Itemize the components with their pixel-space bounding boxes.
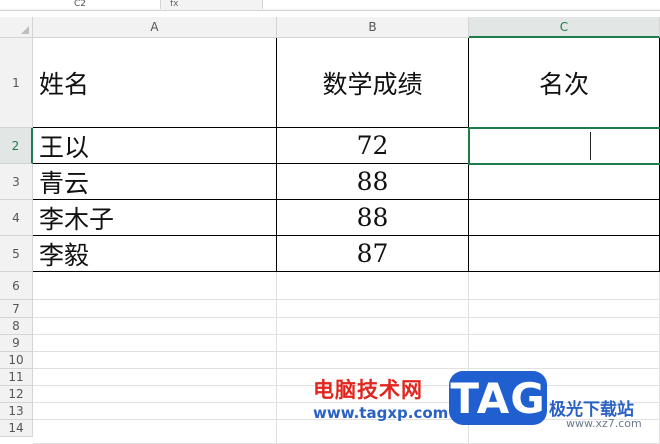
cell-b5[interactable]: 87: [277, 236, 469, 272]
formula-bar: C2 fx: [0, 0, 660, 11]
name-box[interactable]: C2: [0, 0, 161, 9]
student-score: 88: [356, 203, 389, 232]
cell-b4[interactable]: 88: [277, 200, 469, 236]
empty-cell[interactable]: [469, 318, 660, 335]
student-rank: [469, 200, 659, 235]
watermark-url: www.tagxp.com: [313, 404, 449, 422]
cell-c4[interactable]: [469, 200, 660, 236]
student-rank: [469, 164, 659, 199]
row-header-3[interactable]: 3: [0, 164, 33, 200]
row-header-2[interactable]: 2: [0, 128, 33, 164]
student-score: 87: [356, 239, 389, 268]
cell-b3[interactable]: 88: [277, 164, 469, 200]
empty-cell[interactable]: [277, 300, 469, 318]
watermark-cn-title: 电脑技术网: [313, 378, 423, 402]
empty-cell[interactable]: [277, 335, 469, 352]
empty-cell[interactable]: [33, 300, 277, 318]
student-name: 青云: [39, 168, 90, 198]
row-header-1[interactable]: 1: [0, 38, 33, 128]
empty-cell[interactable]: [33, 352, 277, 369]
empty-cell[interactable]: [277, 272, 469, 300]
cell-b1[interactable]: 数学成绩: [277, 38, 469, 128]
cell-c5[interactable]: [469, 236, 660, 272]
cell-a4[interactable]: 李木子: [33, 200, 277, 236]
column-header-b[interactable]: B: [277, 17, 469, 38]
row-header-10[interactable]: 10: [0, 352, 33, 369]
formula-input[interactable]: [262, 0, 660, 9]
empty-cell[interactable]: [33, 403, 277, 420]
cell-a3[interactable]: 青云: [33, 164, 277, 200]
fx-label: fx: [170, 0, 179, 9]
empty-cell[interactable]: [33, 335, 277, 352]
student-score: 72: [356, 131, 389, 160]
active-cell-selection: [468, 127, 660, 165]
empty-cell[interactable]: [33, 318, 277, 335]
row-header-6[interactable]: 6: [0, 272, 33, 300]
header-name: 姓名: [39, 69, 90, 99]
row-header-7[interactable]: 7: [0, 300, 33, 318]
cell-a2[interactable]: 王以: [33, 128, 277, 164]
row-header-12[interactable]: 12: [0, 386, 33, 403]
row-header-9[interactable]: 9: [0, 335, 33, 352]
empty-cell[interactable]: [277, 420, 469, 444]
text-cursor: [590, 132, 591, 160]
empty-cell[interactable]: [33, 420, 277, 444]
empty-cell[interactable]: [469, 335, 660, 352]
select-all-corner[interactable]: [0, 17, 33, 38]
row-header-4[interactable]: 4: [0, 200, 33, 236]
row-header-8[interactable]: 8: [0, 318, 33, 335]
student-name: 李毅: [39, 240, 90, 270]
cell-c3[interactable]: [469, 164, 660, 200]
column-header-a[interactable]: A: [33, 17, 277, 38]
student-name: 李木子: [39, 204, 115, 234]
cell-c1[interactable]: 名次: [469, 38, 660, 128]
header-score: 数学成绩: [322, 69, 423, 99]
watermark-url2: www.xz7.com: [566, 417, 642, 430]
column-header-c[interactable]: C: [469, 17, 660, 38]
cell-b2[interactable]: 72: [277, 128, 469, 164]
student-name: 王以: [39, 132, 90, 162]
empty-cell[interactable]: [277, 352, 469, 369]
row-header-14[interactable]: 14: [0, 420, 33, 437]
student-rank: [469, 236, 659, 271]
empty-cell[interactable]: [469, 300, 660, 318]
cell-a1[interactable]: 姓名: [33, 38, 277, 128]
watermark-tag-logo: TAG: [449, 371, 547, 425]
empty-cell[interactable]: [33, 272, 277, 300]
empty-cell[interactable]: [277, 318, 469, 335]
empty-cell[interactable]: [33, 369, 277, 386]
row-header-11[interactable]: 11: [0, 369, 33, 386]
row-header-13[interactable]: 13: [0, 403, 33, 420]
empty-cell[interactable]: [469, 272, 660, 300]
cell-a5[interactable]: 李毅: [33, 236, 277, 272]
student-score: 88: [356, 167, 389, 196]
empty-cell[interactable]: [33, 386, 277, 403]
row-header-5[interactable]: 5: [0, 236, 33, 272]
empty-cell[interactable]: [469, 352, 660, 369]
header-rank: 名次: [538, 69, 589, 99]
